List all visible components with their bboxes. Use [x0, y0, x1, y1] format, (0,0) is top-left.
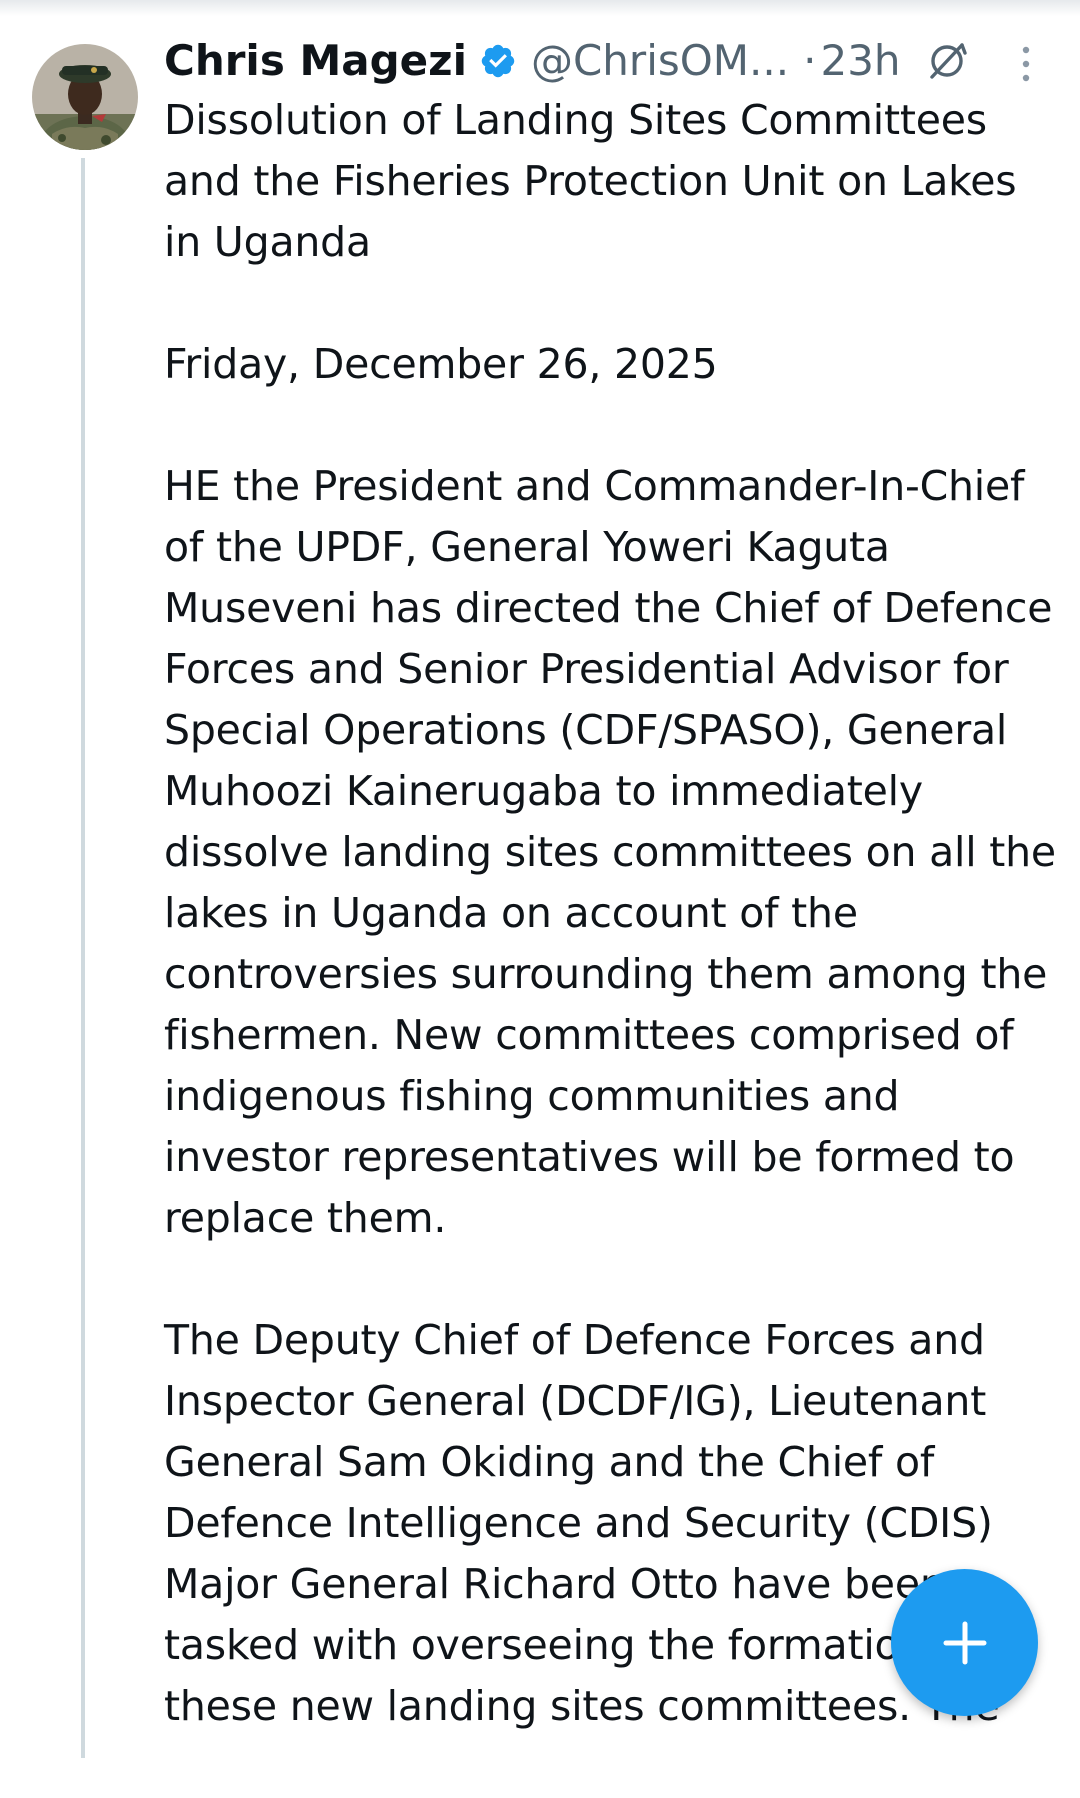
- author-display-name[interactable]: Chris Magezi: [164, 28, 467, 94]
- compose-button[interactable]: [891, 1569, 1038, 1716]
- grok-icon[interactable]: [925, 39, 969, 83]
- time-separator: ·: [803, 36, 817, 85]
- tweet-header: Chris Magezi @ChrisOM... · 23h: [164, 28, 1054, 94]
- top-divider: [0, 0, 1080, 16]
- thread-line: [81, 158, 85, 1758]
- tweet-timestamp[interactable]: 23h: [820, 28, 900, 94]
- author-avatar[interactable]: [32, 44, 138, 150]
- tweet-paragraph-date: Friday, December 26, 2025: [164, 340, 718, 388]
- verified-badge-icon: [481, 44, 515, 78]
- tweet-paragraph-title: Dissolution of Landing Sites Committees …: [164, 96, 1017, 266]
- author-handle[interactable]: @ChrisOM...: [531, 28, 789, 94]
- tweet-text: Dissolution of Landing Sites Committees …: [164, 90, 1064, 1798]
- avatar-photo: [32, 44, 138, 150]
- plus-icon: [943, 1621, 986, 1664]
- more-vertical-icon[interactable]: [1012, 42, 1040, 86]
- tweet-paragraph-directive: HE the President and Commander-In-Chief …: [164, 462, 1056, 1242]
